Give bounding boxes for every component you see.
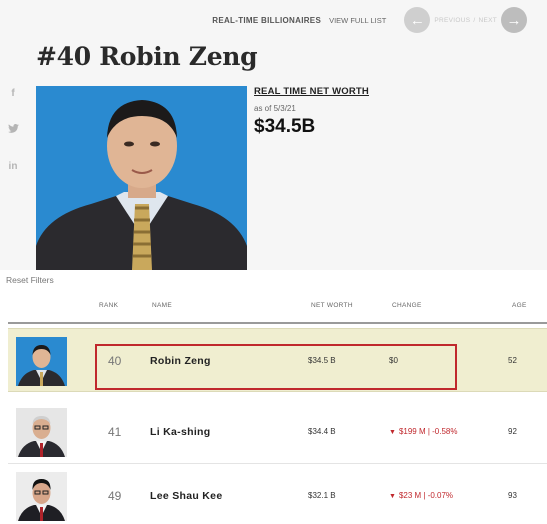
- name-cell[interactable]: Li Ka-shing: [150, 400, 210, 464]
- change-cell: ▼ $23 M | -0.07%: [389, 464, 453, 524]
- net-worth-cell: $32.1 B: [308, 491, 336, 500]
- table-row[interactable]: 41 Li Ka-shing $34.4 B ▼ $199 M | -0.58% …: [8, 400, 547, 464]
- down-arrow-icon: ▼: [389, 429, 396, 436]
- rank-cell: 40: [108, 354, 122, 368]
- change-cell: ▼ $199 M | -0.58%: [389, 400, 458, 464]
- change-column-header[interactable]: CHANGE: [392, 302, 422, 309]
- linkedin-share-icon[interactable]: in: [6, 161, 20, 172]
- header-divider: [8, 322, 547, 324]
- age-cell: 92: [508, 427, 517, 436]
- net-worth-cell: $34.4 B: [308, 427, 336, 436]
- facebook-share-icon[interactable]: f: [6, 88, 20, 99]
- net-worth-column-header[interactable]: NET WORTH: [311, 302, 353, 309]
- next-label: NEXT: [478, 16, 497, 24]
- net-worth-cell: $34.5 B: [308, 356, 336, 365]
- net-worth-panel: REAL TIME NET WORTH as of 5/3/21 $34.5B: [254, 86, 369, 138]
- avatar: [16, 472, 67, 521]
- arrow-left-icon: ←: [409, 11, 425, 29]
- change-value: $199 M | -0.58%: [398, 427, 458, 436]
- net-worth-value: $34.5B: [254, 116, 316, 137]
- realtime-billionaires-link[interactable]: REAL-TIME BILLIONAIRES: [212, 16, 321, 25]
- name-cell[interactable]: Lee Shau Kee: [150, 464, 222, 524]
- rank-cell: 49: [108, 489, 122, 503]
- top-navigation: REAL-TIME BILLIONAIRES VIEW FULL LIST ← …: [212, 6, 527, 34]
- rank-cell: 41: [108, 425, 122, 439]
- billionaires-table: Reset Filters RANK NAME NET WORTH CHANGE…: [0, 270, 547, 524]
- table-row[interactable]: 40 Robin Zeng $34.5 B $0 52: [8, 328, 547, 392]
- previous-label: PREVIOUS: [434, 16, 471, 24]
- profile-header: REAL-TIME BILLIONAIRES VIEW FULL LIST ← …: [0, 0, 547, 270]
- avatar: [16, 337, 67, 386]
- arrow-right-icon: →: [506, 11, 522, 29]
- reset-filters-link[interactable]: Reset Filters: [6, 275, 54, 285]
- next-button[interactable]: →: [501, 7, 527, 33]
- age-cell: 93: [508, 491, 517, 500]
- avatar: [16, 408, 67, 457]
- profile-photo: [36, 86, 247, 270]
- table-row[interactable]: 49 Lee Shau Kee $32.1 B ▼ $23 M | -0.07% …: [8, 464, 547, 524]
- name-cell[interactable]: Robin Zeng: [150, 329, 211, 393]
- age-column-header[interactable]: AGE: [512, 302, 527, 309]
- twitter-share-icon[interactable]: [6, 124, 20, 136]
- previous-next-labels: PREVIOUS / NEXT: [434, 17, 497, 24]
- net-worth-title-link[interactable]: REAL TIME NET WORTH: [254, 86, 369, 97]
- nav-separator: /: [473, 16, 476, 24]
- page-title: #40 Robin Zeng: [36, 42, 258, 71]
- down-arrow-icon: ▼: [389, 493, 396, 500]
- change-value: $23 M | -0.07%: [398, 491, 454, 500]
- name-column-header[interactable]: NAME: [152, 302, 172, 309]
- age-cell: 52: [508, 356, 517, 365]
- rank-column-header[interactable]: RANK: [99, 302, 118, 309]
- view-full-list-link[interactable]: VIEW FULL LIST: [329, 16, 386, 25]
- net-worth-date: as of 5/3/21: [254, 104, 296, 113]
- previous-button[interactable]: ←: [404, 7, 431, 33]
- change-cell: $0: [389, 356, 398, 365]
